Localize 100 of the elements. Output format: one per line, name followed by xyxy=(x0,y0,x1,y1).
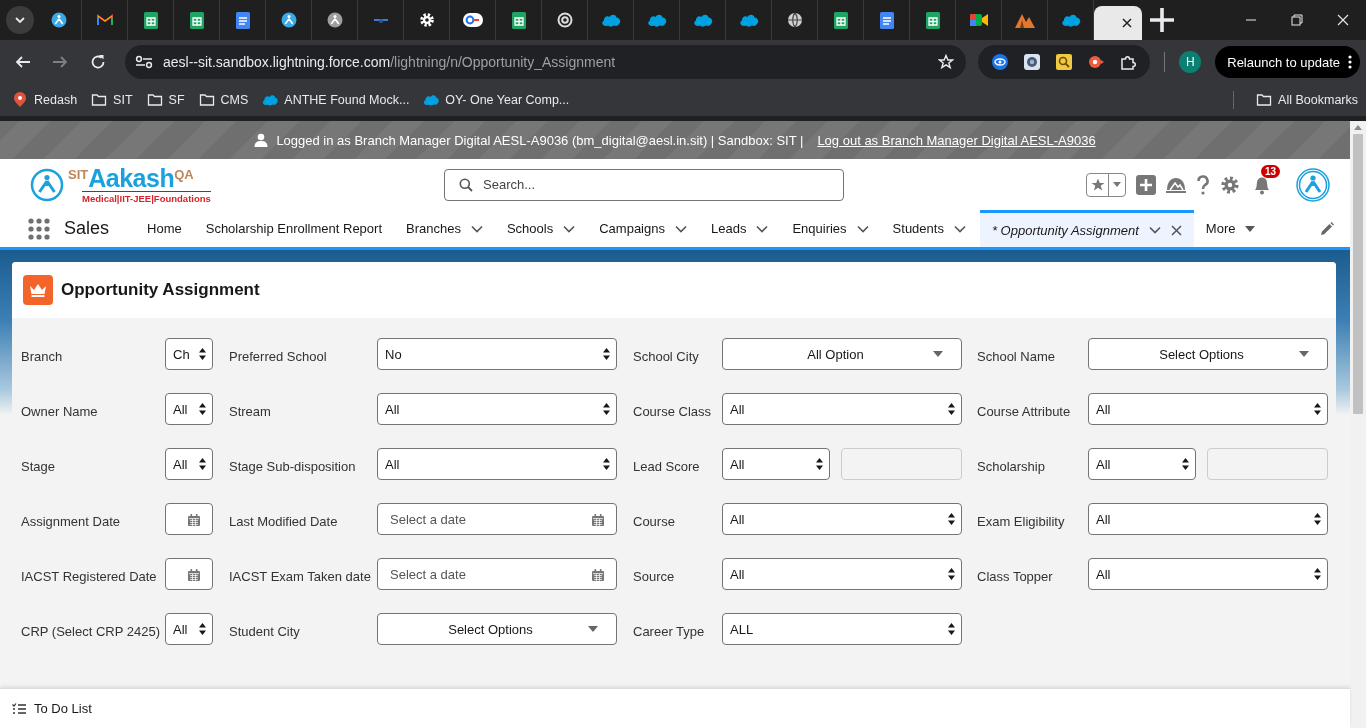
select-field[interactable]: All xyxy=(165,393,213,425)
chevron-down-icon[interactable] xyxy=(953,224,966,233)
up-down-arrows-icon xyxy=(603,348,610,360)
select-field[interactable]: All xyxy=(1088,503,1328,535)
picklist-field[interactable]: Select Options xyxy=(377,613,617,645)
logo-suffix: QA xyxy=(174,167,194,182)
nav-tab[interactable]: More xyxy=(1193,210,1268,247)
select-field[interactable]: All xyxy=(1088,558,1328,590)
select-field[interactable]: All xyxy=(377,393,617,425)
cloud-icon xyxy=(738,13,759,27)
site-settings-icon[interactable] xyxy=(134,55,153,69)
bookmark[interactable]: ANTHE Found Mock... xyxy=(262,92,410,108)
browser-tab[interactable] xyxy=(1094,6,1142,40)
nav-tab[interactable]: Schools xyxy=(494,210,588,247)
select-field[interactable]: All xyxy=(722,503,962,535)
bookmark[interactable]: CMS xyxy=(198,92,249,108)
select-field[interactable]: All xyxy=(722,448,830,480)
caret-icon xyxy=(1299,351,1309,357)
date-field[interactable]: Select a date xyxy=(377,558,617,590)
date-field[interactable]: Select a date xyxy=(377,503,617,535)
select-field[interactable]: All xyxy=(722,393,962,425)
puzzle-icon[interactable] xyxy=(1120,54,1137,70)
chevron-down-icon[interactable] xyxy=(1148,226,1161,234)
settings-icon[interactable] xyxy=(1220,174,1240,195)
profile-avatar[interactable]: H xyxy=(1179,51,1202,73)
select-field[interactable]: All xyxy=(165,613,213,645)
chevron-down-icon[interactable] xyxy=(563,224,576,233)
logo-tagline: Medical|IIT-JEE|Foundations xyxy=(82,191,211,204)
reload-icon[interactable] xyxy=(90,54,107,70)
relaunch-button[interactable]: Relaunch to update xyxy=(1215,46,1360,78)
star-icon[interactable] xyxy=(938,54,955,70)
field-label: Student City xyxy=(228,623,301,639)
chevron-down-icon[interactable] xyxy=(470,224,483,233)
select-field[interactable]: No xyxy=(377,338,617,370)
picklist-field[interactable]: All Option xyxy=(722,338,962,370)
restore-icon[interactable] xyxy=(1291,14,1303,26)
app-launcher-icon[interactable] xyxy=(28,217,50,240)
nav-tab[interactable]: Leads xyxy=(698,210,781,247)
select-field[interactable]: All xyxy=(722,558,962,590)
field-label: School Name xyxy=(976,348,1057,364)
new-tab-icon[interactable] xyxy=(1148,6,1176,34)
utility-item[interactable]: To Do List xyxy=(12,701,92,716)
date-field[interactable] xyxy=(165,503,213,535)
caret-icon xyxy=(1113,182,1121,187)
select-field[interactable]: All xyxy=(1088,448,1196,480)
mountain-icon[interactable] xyxy=(1166,175,1186,194)
picklist-field[interactable]: Select Options xyxy=(1088,338,1328,370)
logo-icon xyxy=(30,167,64,202)
date-field[interactable] xyxy=(165,558,213,590)
help-icon[interactable] xyxy=(1196,174,1210,195)
document-icon xyxy=(879,11,894,29)
select-field[interactable]: ALL xyxy=(722,613,962,645)
bookmark[interactable]: SIT xyxy=(91,92,133,108)
magnifier-icon[interactable] xyxy=(1056,54,1073,70)
bookmark[interactable]: SF xyxy=(146,92,185,108)
back-arrow-icon[interactable] xyxy=(14,54,31,70)
up-down-arrows-icon xyxy=(603,458,610,470)
nav-tab[interactable]: Home xyxy=(135,210,194,247)
spreadsheet-icon xyxy=(925,11,940,29)
chevron-down-icon[interactable] xyxy=(674,224,687,233)
select-field[interactable]: Ch xyxy=(165,338,213,370)
nav-tab[interactable]: Branches xyxy=(394,210,495,247)
circle-icon xyxy=(556,12,573,28)
more-icon[interactable] xyxy=(1348,55,1352,69)
bookmark[interactable]: Redash xyxy=(12,92,78,108)
url-text: aesl--sit.sandbox.lightning.force.com/lightning/n/Opportunity_Assignment xyxy=(162,54,617,70)
pencil-icon[interactable] xyxy=(1320,221,1334,236)
up-down-arrows-icon xyxy=(948,513,955,525)
tab-search-button[interactable] xyxy=(6,6,34,34)
nav-tab[interactable]: Students xyxy=(880,210,978,247)
record-icon[interactable] xyxy=(1088,54,1105,70)
close-icon[interactable] xyxy=(1170,224,1182,236)
bookmark[interactable]: All Bookmarks xyxy=(1256,92,1358,108)
search-field[interactable]: Search... xyxy=(444,168,844,201)
forward-arrow-icon[interactable] xyxy=(52,54,69,70)
up-down-arrows-icon xyxy=(948,403,955,415)
select-field[interactable]: All xyxy=(1088,393,1328,425)
nav-tab[interactable]: Scholarship Enrollment Report xyxy=(193,210,395,247)
login-status-text: Logged in as Branch Manager Digital AESL-A9036 (bm_digital@aesl.in.sit) | Sandbox: SIT | xyxy=(276,132,804,148)
select-field[interactable]: All xyxy=(165,448,213,480)
scroll-up-icon[interactable] xyxy=(1354,125,1362,130)
close-icon[interactable] xyxy=(1122,18,1132,28)
nav-tab[interactable]: Enquiries xyxy=(780,210,881,247)
chevron-down-icon[interactable] xyxy=(756,224,769,233)
logout-link[interactable]: Log out as Branch Manager Digital AESL-A9036 xyxy=(817,132,1096,148)
field-label: IACST Registered Date xyxy=(21,568,158,584)
avatar-icon[interactable] xyxy=(1296,167,1330,202)
cloud-icon xyxy=(600,13,621,27)
add-icon[interactable] xyxy=(1136,174,1156,195)
globe-icon xyxy=(786,12,803,28)
eye-icon[interactable] xyxy=(992,54,1009,70)
chevron-down-icon[interactable] xyxy=(856,224,869,233)
camera-lens-icon[interactable] xyxy=(1024,54,1041,70)
nav-tab[interactable]: Campaigns xyxy=(587,210,699,247)
caret-icon[interactable] xyxy=(1245,225,1256,232)
bookmark[interactable]: OY- One Year Comp... xyxy=(423,92,570,108)
select-field[interactable]: All xyxy=(377,448,617,480)
nav-tab[interactable]: * Opportunity Assignment xyxy=(979,210,1194,247)
address-bar[interactable]: aesl--sit.sandbox.lightning.force.com/lightning/n/Opportunity_Assignment xyxy=(124,45,967,79)
scrollbar-thumb[interactable] xyxy=(1353,134,1363,414)
